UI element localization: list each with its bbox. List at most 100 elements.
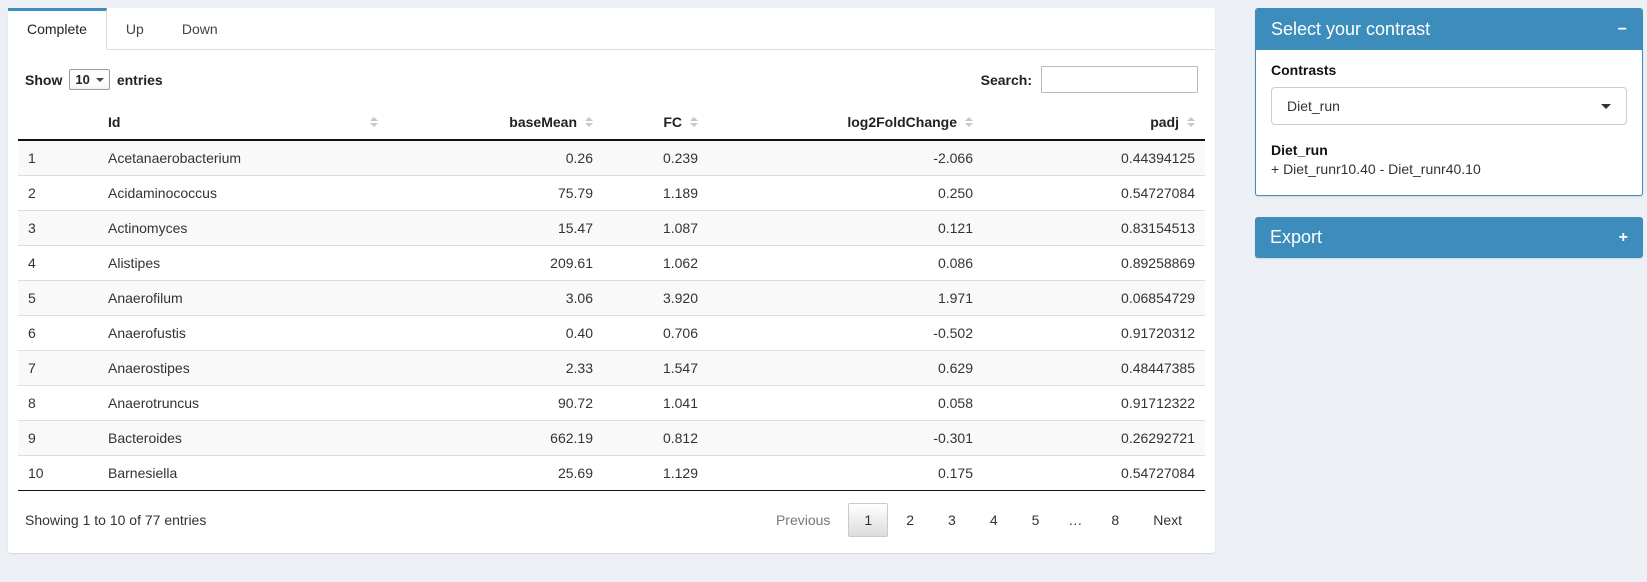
table-cell-id: Alistipes [98,246,388,281]
table-cell-padj: 0.83154513 [983,211,1205,246]
table-row[interactable]: 10Barnesiella25.691.1290.1750.54727084 [18,456,1205,491]
page-length-value: 10 [75,72,89,87]
table-cell-padj: 0.48447385 [983,351,1205,386]
table-cell-num: 3 [18,211,98,246]
pagination-page-8[interactable]: 8 [1095,503,1135,537]
table-row[interactable]: 6Anaerofustis0.400.706-0.5020.91720312 [18,316,1205,351]
table-cell-padj: 0.44394125 [983,140,1205,176]
table-cell-padj: 0.06854729 [983,281,1205,316]
table-cell-baseMean: 0.26 [388,140,603,176]
chevron-down-icon [1601,104,1611,109]
search-input[interactable] [1041,66,1198,93]
tab-content: Show 10 entries Search: [8,50,1215,553]
table-cell-num: 6 [18,316,98,351]
table-cell-num: 1 [18,140,98,176]
search-label: Search: [981,72,1032,88]
pagination-next[interactable]: Next [1137,503,1198,537]
column-header-basemean[interactable]: baseMean [388,105,603,140]
table-cell-baseMean: 662.19 [388,421,603,456]
entries-label: entries [117,72,163,88]
table-cell-fc: 1.547 [603,351,708,386]
table-cell-fc: 1.062 [603,246,708,281]
pagination-page-4[interactable]: 4 [974,503,1014,537]
table-cell-num: 8 [18,386,98,421]
table-cell-fc: 1.087 [603,211,708,246]
table-cell-fc: 3.920 [603,281,708,316]
expand-plus-icon[interactable]: + [1619,230,1628,246]
table-cell-baseMean: 2.33 [388,351,603,386]
table-cell-id: Acidaminococcus [98,176,388,211]
column-header-padj[interactable]: padj [983,105,1205,140]
table-cell-num: 5 [18,281,98,316]
column-header-rownum [18,105,98,140]
pagination-page-3[interactable]: 3 [932,503,972,537]
pagination: Previous 12345…8 Next [758,503,1198,537]
table-cell-log2fc: -0.502 [708,316,983,351]
table-cell-log2fc: 0.629 [708,351,983,386]
tab-down[interactable]: Down [163,8,237,49]
table-cell-log2fc: 0.086 [708,246,983,281]
column-label: padj [1150,114,1179,130]
table-row[interactable]: 1Acetanaerobacterium0.260.239-2.0660.443… [18,140,1205,176]
table-row[interactable]: 9Bacteroides662.190.812-0.3010.26292721 [18,421,1205,456]
table-body: 1Acetanaerobacterium0.260.239-2.0660.443… [18,140,1205,491]
table-cell-padj: 0.26292721 [983,421,1205,456]
sort-icon [1187,117,1195,127]
search-control: Search: [981,66,1198,93]
table-row[interactable]: 2Acidaminococcus75.791.1890.2500.5472708… [18,176,1205,211]
column-header-id[interactable]: Id [98,105,388,140]
collapse-minus-icon[interactable]: − [1618,22,1627,38]
tab-up[interactable]: Up [107,8,163,49]
column-header-fc[interactable]: FC [603,105,708,140]
table-cell-fc: 0.706 [603,316,708,351]
table-row[interactable]: 3Actinomyces15.471.0870.1210.83154513 [18,211,1205,246]
sort-icon [690,117,698,127]
sort-icon [370,117,378,127]
table-cell-log2fc: 0.121 [708,211,983,246]
page: Complete Up Down Show 10 entries Search: [0,0,1647,553]
pagination-page-2[interactable]: 2 [890,503,930,537]
table-header-row: Id baseMean FC [18,105,1205,140]
table-row[interactable]: 7Anaerostipes2.331.5470.6290.48447385 [18,351,1205,386]
pagination-pages: 12345…8 [846,503,1135,537]
pagination-page-1[interactable]: 1 [848,503,888,537]
results-tabbox: Complete Up Down Show 10 entries Search: [8,8,1215,553]
pagination-previous[interactable]: Previous [760,503,846,537]
column-label: Id [108,114,120,130]
table-row[interactable]: 8Anaerotruncus90.721.0410.0580.91712322 [18,386,1205,421]
table-row[interactable]: 4Alistipes209.611.0620.0860.89258869 [18,246,1205,281]
contrasts-label: Contrasts [1271,62,1627,78]
contrasts-select[interactable]: Diet_run [1271,87,1627,125]
tab-complete[interactable]: Complete [8,8,107,50]
table-cell-padj: 0.89258869 [983,246,1205,281]
table-cell-fc: 0.812 [603,421,708,456]
table-cell-log2fc: 0.058 [708,386,983,421]
pagination-ellipsis: … [1057,503,1093,537]
table-cell-fc: 1.129 [603,456,708,491]
pagination-page-5[interactable]: 5 [1016,503,1056,537]
table-info: Showing 1 to 10 of 77 entries [25,512,206,528]
contrast-name: Diet_run [1271,142,1627,158]
table-cell-fc: 0.239 [603,140,708,176]
page-length-select[interactable]: 10 [69,69,109,90]
table-cell-id: Anaerofilum [98,281,388,316]
table-cell-fc: 1.189 [603,176,708,211]
tab-bar: Complete Up Down [8,8,1215,50]
export-box-header[interactable]: Export + [1255,217,1643,258]
chevron-down-icon [96,78,104,82]
table-cell-id: Bacteroides [98,421,388,456]
table-cell-id: Actinomyces [98,211,388,246]
table-cell-baseMean: 15.47 [388,211,603,246]
column-label: FC [663,114,682,130]
table-row[interactable]: 5Anaerofilum3.063.9201.9710.06854729 [18,281,1205,316]
column-label: baseMean [509,114,577,130]
table-cell-id: Anaerotruncus [98,386,388,421]
column-header-log2foldchange[interactable]: log2FoldChange [708,105,983,140]
table-cell-id: Acetanaerobacterium [98,140,388,176]
contrast-box: Select your contrast − Contrasts Diet_ru… [1255,8,1643,196]
table-cell-num: 10 [18,456,98,491]
column-label: log2FoldChange [847,114,957,130]
page-length-control: Show 10 entries [25,69,163,90]
contrast-box-header: Select your contrast − [1256,9,1642,50]
table-cell-num: 9 [18,421,98,456]
